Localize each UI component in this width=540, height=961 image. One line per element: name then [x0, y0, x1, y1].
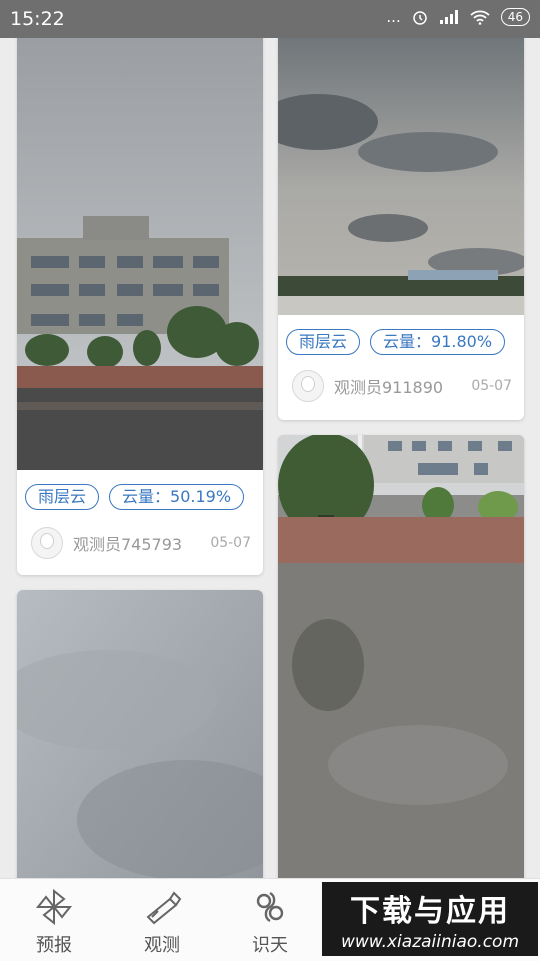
- nav-label: 预报: [36, 935, 72, 956]
- observer-name: 观测员745793: [73, 535, 183, 554]
- observation-card[interactable]: 雨层云 云量：91.80% 观测员911890 05-07: [278, 38, 524, 420]
- observation-date: 05-07: [471, 378, 512, 394]
- status-time: 15:22: [10, 8, 65, 30]
- watermark-title: 下载与应用: [350, 894, 510, 929]
- cloud-amount-tag: 云量：91.80%: [370, 329, 506, 355]
- observation-card[interactable]: [17, 590, 263, 878]
- nav-label: 观测: [144, 935, 180, 956]
- observation-card[interactable]: 雨层云 云量：50.19% 观测员745793 05-07: [17, 38, 263, 575]
- status-bar: 15:22 ... 46: [0, 0, 540, 38]
- cloud-photo: [278, 435, 524, 878]
- cloud-type-tag: 雨层云: [25, 484, 100, 510]
- cloud-photo: [17, 38, 263, 470]
- wifi-icon: [470, 10, 490, 25]
- observation-feed[interactable]: 雨层云 云量：50.19% 观测员745793 05-07 雨层云 云量：91.…: [0, 38, 540, 878]
- observation-card[interactable]: [278, 435, 524, 878]
- avatar[interactable]: [31, 527, 63, 559]
- watermark-logo: 下载与应用 www.xiazaiiniao.com: [322, 882, 538, 956]
- more-dots-icon: ...: [386, 8, 401, 26]
- telescope-icon: [146, 891, 182, 925]
- status-icons: ... 46: [386, 8, 530, 26]
- nav-label: 识天: [252, 935, 288, 956]
- cloud-photo: [278, 38, 524, 315]
- cloud-swirl-icon: [256, 891, 284, 923]
- signal-icon: [439, 10, 458, 24]
- alarm-icon: [412, 11, 427, 25]
- pinwheel-icon: [35, 888, 73, 926]
- avatar[interactable]: [292, 370, 324, 402]
- cloud-amount-tag: 云量：50.19%: [109, 484, 245, 510]
- nav-identify-sky[interactable]: 识天: [216, 879, 324, 961]
- observation-date: 05-07: [210, 535, 251, 551]
- cloud-type-tag: 雨层云: [286, 329, 361, 355]
- observer-name: 观测员911890: [334, 378, 444, 397]
- nav-observe[interactable]: 观测: [108, 879, 216, 961]
- cloud-photo: [17, 590, 263, 878]
- battery-icon: 46: [500, 8, 530, 26]
- nav-forecast[interactable]: 预报: [0, 879, 108, 961]
- watermark-url: www.xiazaiiniao.com: [340, 932, 520, 952]
